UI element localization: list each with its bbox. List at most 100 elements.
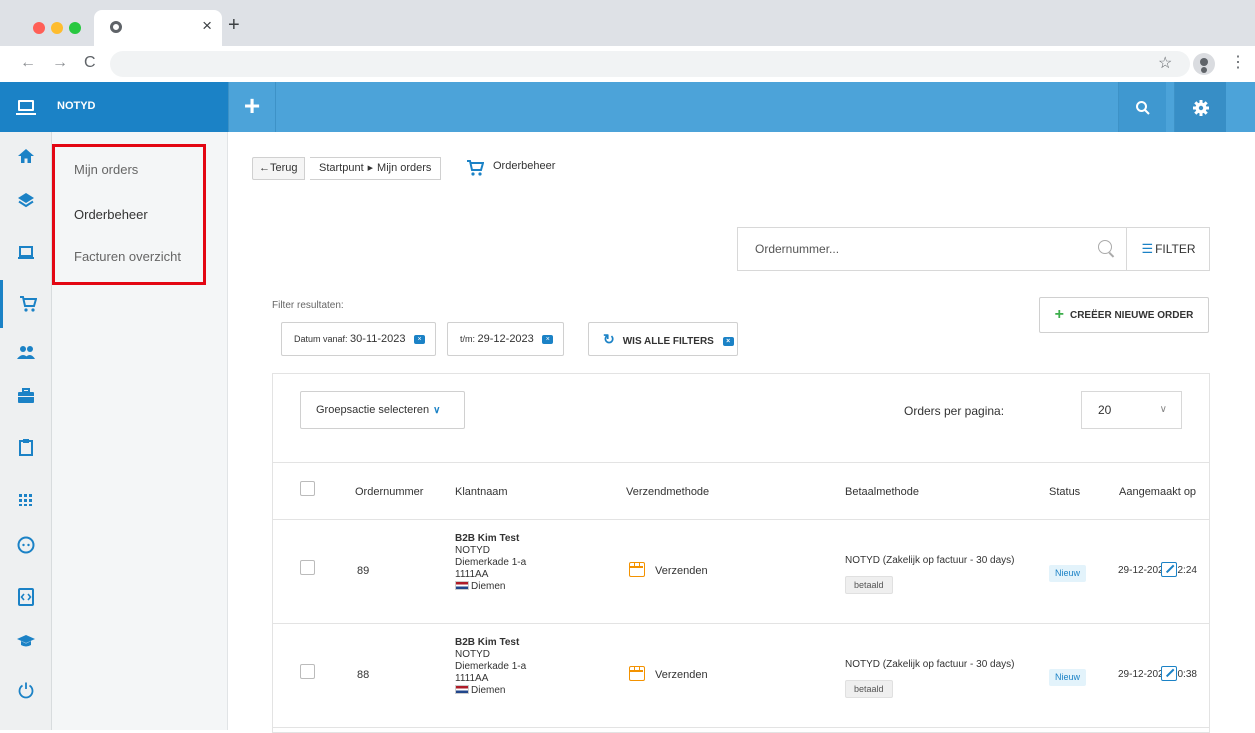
customer-zip: 1111AA: [455, 569, 489, 580]
rail-laptop[interactable]: [0, 229, 52, 277]
rail-clipboard[interactable]: [0, 423, 52, 471]
browser-tab[interactable]: ×: [94, 10, 222, 46]
date-to-filter-chip: t/m: 29-12-2023 ×: [447, 322, 564, 356]
brand-name: NOTYD: [57, 100, 96, 112]
chevron-down-icon: ∨: [1159, 404, 1167, 415]
row-checkbox[interactable]: [300, 560, 315, 575]
rail-grid[interactable]: [0, 475, 52, 523]
rail-users[interactable]: [0, 328, 52, 376]
column-header-aangemaakt-op[interactable]: Aangemaakt op: [1119, 486, 1196, 498]
group-action-dropdown[interactable]: Groepsactie selecteren ∨: [300, 391, 465, 429]
select-all-checkbox[interactable]: [300, 481, 315, 496]
column-header-klantnaam[interactable]: Klantnaam: [455, 486, 508, 498]
brand-block[interactable]: NOTYD: [0, 82, 228, 132]
order-number[interactable]: 88: [357, 669, 369, 681]
forward-arrow-icon[interactable]: →: [52, 54, 68, 72]
back-button[interactable]: ←Terug: [252, 157, 305, 180]
per-page-select[interactable]: 20 ∨: [1081, 391, 1182, 429]
date-from-label: Datum vanaf:: [294, 334, 348, 344]
breadcrumb-startpunt[interactable]: Startpunt: [319, 162, 364, 174]
back-arrow-icon[interactable]: ←: [20, 54, 36, 72]
reload-icon[interactable]: C: [84, 54, 96, 72]
header-settings-button[interactable]: [1174, 82, 1226, 132]
table-row[interactable]: 88 B2B Kim Test NOTYD Diemerkade 1-a 111…: [273, 624, 1209, 728]
rail-briefcase[interactable]: [0, 372, 52, 420]
laptop-icon: [16, 100, 36, 115]
profile-avatar-icon[interactable]: [1193, 53, 1215, 75]
graduation-cap-icon: [17, 635, 35, 647]
rail-home[interactable]: [0, 132, 52, 180]
edit-icon[interactable]: [1161, 562, 1177, 577]
shipping-method: Verzenden: [655, 565, 708, 577]
create-new-order-button[interactable]: + CREËER NIEUWE ORDER: [1039, 297, 1209, 333]
browser-menu-icon[interactable]: ⋮: [1230, 52, 1246, 72]
customer-name[interactable]: B2B Kim Test: [455, 637, 526, 649]
remove-filter-icon[interactable]: ×: [414, 335, 426, 344]
minimize-window-button[interactable]: [51, 22, 63, 34]
maximize-window-button[interactable]: [69, 22, 81, 34]
date-to-value: 29-12-2023: [477, 333, 534, 345]
bookmark-star-icon[interactable]: ☆: [1158, 53, 1172, 73]
netherlands-flag-icon: [455, 685, 469, 694]
rail-cart[interactable]: [0, 280, 52, 328]
per-page-value: 20: [1098, 403, 1112, 417]
filter-button[interactable]: ☰ FILTER: [1126, 228, 1210, 270]
paid-badge: betaald: [845, 576, 893, 594]
orders-panel: Groepsactie selecteren ∨ Orders per pagin…: [272, 373, 1210, 733]
gear-icon: [1192, 100, 1209, 117]
submenu-item-facturen-overzicht[interactable]: Facturen overzicht: [74, 249, 181, 264]
home-icon: [18, 149, 34, 163]
add-button[interactable]: +: [228, 82, 276, 132]
column-header-ordernummer[interactable]: Ordernummer: [355, 486, 423, 498]
edit-icon[interactable]: [1161, 666, 1177, 681]
filter-button-label: FILTER: [1155, 242, 1196, 256]
breadcrumb-mijn-orders[interactable]: Mijn orders: [377, 162, 431, 174]
layers-icon: [18, 193, 34, 208]
chevron-down-icon: ∨: [433, 405, 441, 416]
column-header-verzendmethode[interactable]: Verzendmethode: [626, 486, 709, 498]
customer-info: B2B Kim Test NOTYD Diemerkade 1-a 1111AA…: [455, 533, 526, 593]
remove-filter-icon: ×: [722, 337, 734, 346]
code-icon: [18, 588, 34, 606]
address-bar[interactable]: [110, 51, 1190, 77]
row-checkbox[interactable]: [300, 664, 315, 679]
rail-code[interactable]: [0, 573, 52, 621]
icon-rail: [0, 132, 52, 730]
customer-name[interactable]: B2B Kim Test: [455, 533, 526, 545]
date-from-value: 30-11-2023: [350, 333, 406, 345]
tab-close-icon[interactable]: ×: [202, 16, 212, 36]
package-icon: [629, 562, 645, 577]
breadcrumb: Startpunt ▶ Mijn orders: [310, 157, 442, 180]
header-search-button[interactable]: [1118, 82, 1166, 132]
filter-lines-icon: ☰: [1141, 241, 1154, 256]
order-number[interactable]: 89: [357, 565, 369, 577]
search-input[interactable]: [738, 228, 1118, 270]
rail-layers[interactable]: [0, 176, 52, 224]
close-window-button[interactable]: [33, 22, 45, 34]
rail-education[interactable]: [0, 617, 52, 665]
column-header-betaalmethode[interactable]: Betaalmethode: [845, 486, 919, 498]
customer-info: B2B Kim Test NOTYD Diemerkade 1-a 1111AA…: [455, 637, 526, 697]
submenu-item-orderbeheer[interactable]: Orderbeheer: [74, 207, 148, 222]
customer-city: Diemen: [471, 581, 506, 592]
face-icon: [17, 536, 35, 554]
rail-power[interactable]: [0, 666, 52, 714]
main-content: ←Terug Startpunt ▶ Mijn orders Orderbeheer…: [228, 132, 1255, 733]
cart-icon: [467, 160, 484, 176]
status-badge: Nieuw: [1049, 669, 1087, 686]
grid-icon: [19, 494, 32, 506]
submenu-item-mijn-orders[interactable]: Mijn orders: [74, 162, 138, 177]
clear-all-filters-label: WIS ALLE FILTERS: [622, 336, 714, 347]
submenu-panel: Mijn orders Orderbeheer Facturen overzic…: [52, 132, 228, 730]
plus-icon: +: [1054, 306, 1064, 323]
search-icon[interactable]: [1098, 240, 1112, 254]
remove-filter-icon[interactable]: ×: [542, 335, 554, 344]
clear-all-filters-button[interactable]: ↻ WIS ALLE FILTERS ×: [588, 322, 738, 356]
customer-street: Diemerkade 1-a: [455, 661, 527, 672]
new-tab-button[interactable]: +: [228, 14, 240, 37]
table-row[interactable]: 89 B2B Kim Test NOTYD Diemerkade 1-a 111…: [273, 520, 1209, 624]
column-header-status[interactable]: Status: [1049, 486, 1080, 498]
rail-face[interactable]: [0, 521, 52, 569]
app-header: NOTYD +: [0, 82, 1255, 132]
refresh-icon: ↻: [603, 331, 615, 347]
